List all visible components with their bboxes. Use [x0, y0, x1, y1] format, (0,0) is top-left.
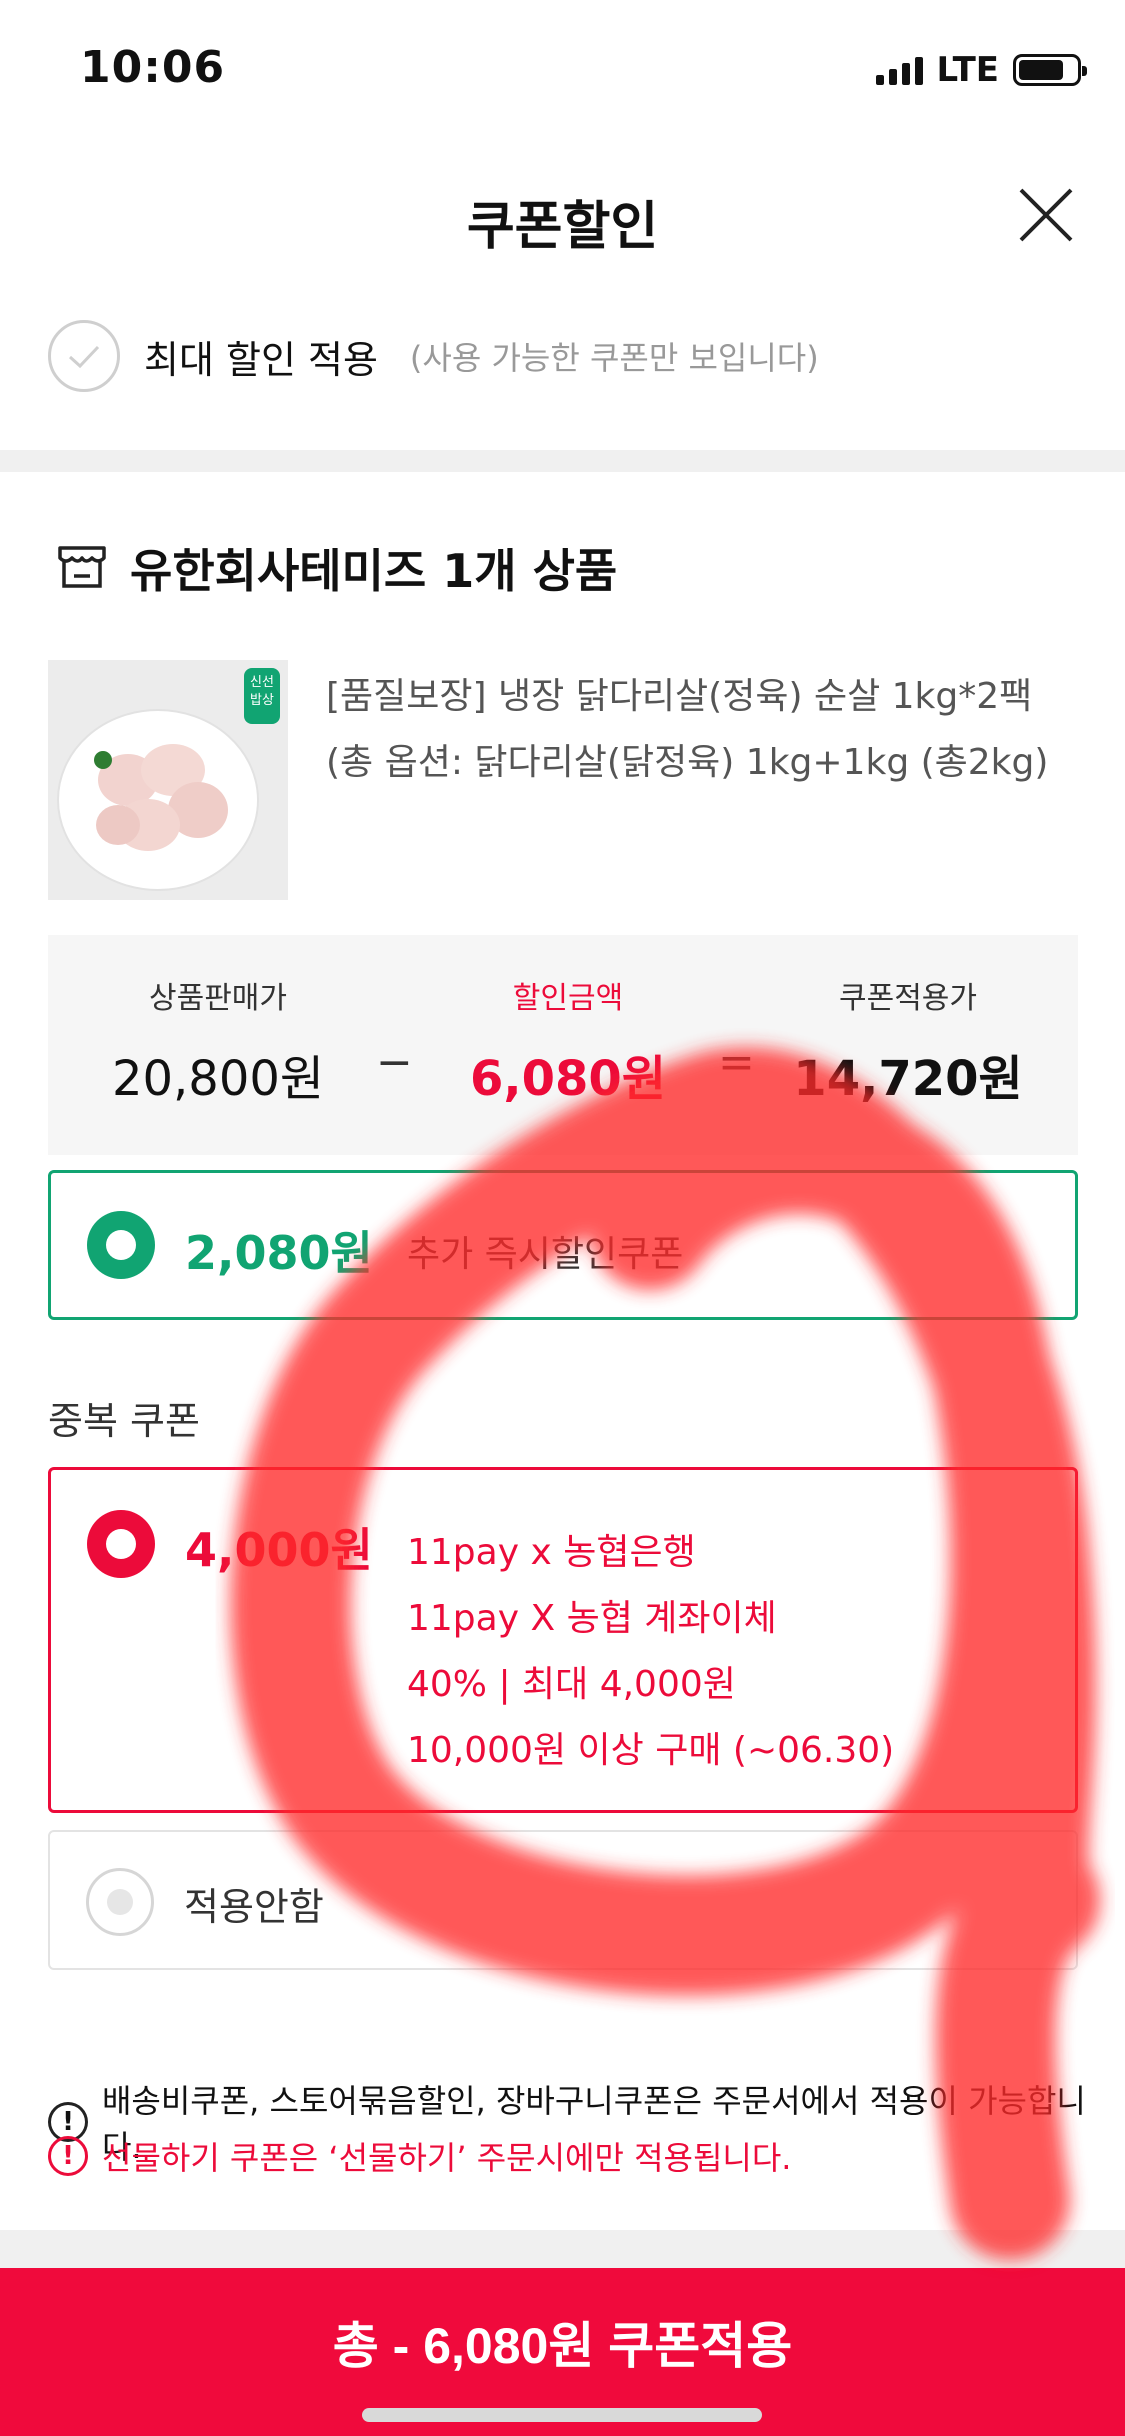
max-discount-toggle[interactable]: 최대 할인 적용 (사용 가능한 쿠폰만 보입니다): [48, 320, 819, 392]
sale-price-value: 20,800원: [111, 1051, 325, 1107]
dup-coupon-line: 10,000원 이상 구매 (~06.30): [407, 1730, 895, 1771]
section-divider: [0, 450, 1125, 472]
store-icon: [56, 540, 108, 596]
store-header: 유한회사테미즈 1개 상품: [56, 535, 617, 601]
discount-label: 할인금액: [512, 981, 624, 1016]
dup-coupon-line: 11pay X 농협 계좌이체: [407, 1598, 777, 1639]
signal-icon: [875, 55, 923, 85]
info-icon: !: [48, 2136, 88, 2176]
no-coupon-option[interactable]: 적용안함: [48, 1830, 1078, 1970]
status-indicators: LTE: [875, 50, 1087, 90]
product-image: 신선 밥상: [48, 660, 288, 900]
discount-value: 6,080원: [470, 1051, 666, 1107]
modal-header: 쿠폰할인: [0, 150, 1125, 280]
final-price-value: 14,720원: [793, 1051, 1023, 1107]
max-discount-note: (사용 가능한 쿠폰만 보입니다): [409, 339, 819, 377]
check-icon[interactable]: [48, 320, 120, 392]
dup-coupon-option[interactable]: 4,000원 11pay x 농협은행 11pay X 농협 계좌이체 40% …: [48, 1467, 1078, 1813]
dup-coupon-title: 중복 쿠폰: [48, 1399, 200, 1443]
store-name: 유한회사테미즈 1개 상품: [130, 544, 618, 598]
instant-coupon-desc: 추가 즉시할인쿠폰: [407, 1234, 684, 1275]
max-discount-label: 최대 할인 적용: [144, 337, 378, 382]
no-coupon-label: 적용안함: [184, 1885, 324, 1929]
final-price: 쿠폰적용가 14,720원: [788, 973, 1028, 1109]
product-name: [품질보장] 냉장 닭다리살(정육) 순살 1kg*2팩 (총 옵션: 닭다리살…: [326, 676, 1049, 783]
status-time: 10:06: [80, 42, 226, 93]
price-summary: 상품판매가 20,800원 − 할인금액 6,080원 = 쿠폰적용가 14,7…: [48, 935, 1078, 1155]
notice-gift: ! 선물하기 쿠폰은 ‘선물하기’ 주문시에만 적용됩니다.: [48, 2133, 791, 2179]
minus-sign: −: [376, 1037, 413, 1088]
sale-price-label: 상품판매가: [149, 981, 287, 1016]
close-icon[interactable]: [1011, 180, 1081, 250]
home-indicator: [362, 2408, 762, 2422]
sale-price: 상품판매가 20,800원: [108, 973, 328, 1109]
dup-coupon-line: 40% | 최대 4,000원: [407, 1664, 736, 1705]
instant-coupon-amount: 2,080원: [185, 1226, 373, 1280]
dup-coupon-line: 11pay x 농협은행: [407, 1532, 696, 1573]
thumb-badge: 신선 밥상: [250, 675, 274, 708]
radio-unselected-icon[interactable]: [86, 1868, 154, 1936]
product-item: 신선 밥상 [품질보장] 냉장 닭다리살(정육) 순살 1kg*2팩 (총 옵션…: [48, 660, 1078, 900]
dup-coupon-amount: 4,000원: [185, 1523, 373, 1577]
network-label: LTE: [936, 50, 999, 90]
status-bar: 10:06 LTE: [0, 0, 1125, 140]
instant-coupon-option[interactable]: 2,080원 추가 즉시할인쿠폰: [48, 1170, 1078, 1320]
discount-amount: 할인금액 6,080원: [448, 973, 688, 1109]
dup-coupon-details: 11pay x 농협은행 11pay X 농협 계좌이체 40% | 최대 4,…: [407, 1520, 894, 1784]
radio-selected-icon[interactable]: [87, 1510, 155, 1578]
bottom-divider: [0, 2230, 1125, 2270]
page-title: 쿠폰할인: [466, 197, 659, 257]
radio-selected-icon[interactable]: [87, 1211, 155, 1279]
notice-text: 선물하기 쿠폰은 ‘선물하기’ 주문시에만 적용됩니다.: [102, 2139, 792, 2177]
battery-icon: [1013, 54, 1087, 86]
final-price-label: 쿠폰적용가: [839, 981, 977, 1016]
equals-sign: =: [718, 1037, 755, 1088]
